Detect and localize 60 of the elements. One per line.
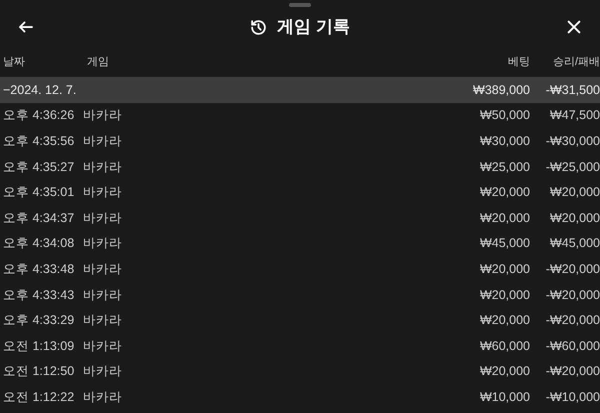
history-icon <box>250 18 268 36</box>
table-cell-text: -₩10,000 <box>544 388 600 406</box>
group-date: −2024. 12. 7. <box>3 82 78 99</box>
table-cell-text: ₩20,000 <box>478 210 530 227</box>
table-cell-text: ₩20,000 <box>478 363 530 380</box>
table-cell-text: 오후 4:33:48 <box>3 260 76 278</box>
column-header: 게임 <box>87 54 110 70</box>
table-cell-text: ₩20,000 <box>478 184 530 202</box>
table-cell-text: 오후 4:35:27 <box>3 158 76 176</box>
table-cell-text: 바카라 <box>83 210 123 227</box>
column-header: 베팅 <box>507 54 530 70</box>
table-cell-text: -₩60,000 <box>544 338 600 355</box>
table-cell-text: 오후 4:34:37 <box>3 210 76 227</box>
group-result-total: -₩31,500 <box>544 82 600 99</box>
table-cell-text: ₩47,500 <box>548 107 600 124</box>
table-cell-text: 바카라 <box>83 388 123 406</box>
table-cell-text: ₩20,000 <box>548 184 600 202</box>
table-cell-text: ₩20,000 <box>478 260 530 278</box>
table-cell-text: ₩45,000 <box>548 235 600 252</box>
table-cell-text: ₩30,000 <box>478 133 530 150</box>
table-cell-text: 바카라 <box>83 260 123 278</box>
table-cell-text: 바카라 <box>83 286 123 304</box>
table-cell-text: 오전 1:12:50 <box>3 363 76 380</box>
table-cell-text: 오전 1:13:09 <box>3 338 76 355</box>
table-cell-text: 바카라 <box>83 235 123 252</box>
table-cell-text: 오전 1:12:22 <box>3 388 76 406</box>
table-cell-text: 바카라 <box>83 338 123 355</box>
table-cell-text: ₩20,000 <box>548 210 600 227</box>
date-group-row[interactable]: −2024. 12. 7. ₩389,000 -₩31,500 <box>0 77 600 103</box>
table-cell-text: 오후 4:35:01 <box>3 184 76 202</box>
table-cell-text: 바카라 <box>83 107 123 124</box>
table-cell-text: 오후 4:36:26 <box>3 107 76 124</box>
table-cell-text: -₩20,000 <box>544 312 600 330</box>
table-cell-text: ₩50,000 <box>478 107 530 124</box>
table-cell-text: -₩20,000 <box>544 260 600 278</box>
column-header: 날짜 <box>3 54 26 70</box>
column-header: 승리/패배 <box>552 54 600 70</box>
table-cell-text: -₩20,000 <box>544 286 600 304</box>
drag-handle[interactable] <box>289 3 311 7</box>
table-cell-text: ₩45,000 <box>478 235 530 252</box>
table-cell-text: ₩25,000 <box>478 158 530 176</box>
close-icon <box>566 19 582 35</box>
table-cell-text: 바카라 <box>83 158 123 176</box>
table-cell-text: ₩60,000 <box>478 338 530 355</box>
table-cell-text: 오후 4:33:29 <box>3 312 76 330</box>
table-cell-text: -₩30,000 <box>544 133 600 150</box>
group-bet-total: ₩389,000 <box>472 82 530 99</box>
table-cell-text: 바카라 <box>83 363 123 380</box>
table-cell-text: 바카라 <box>83 312 123 330</box>
table-cell-text: -₩20,000 <box>544 363 600 380</box>
table-cell-text: 오후 4:35:56 <box>3 133 76 150</box>
table-cell-text: 바카라 <box>83 133 123 150</box>
table-cell-text: 바카라 <box>83 184 123 202</box>
table-cell-text: ₩10,000 <box>478 388 530 406</box>
table-cell-text: 오후 4:33:43 <box>3 286 76 304</box>
table-cell-text: 오후 4:34:08 <box>3 235 76 252</box>
table-cell-text: -₩25,000 <box>544 158 600 176</box>
table-cell-text: ₩20,000 <box>478 286 530 304</box>
window-title: 게임 기록 <box>277 16 350 38</box>
table-cell-text: ₩20,000 <box>478 312 530 330</box>
